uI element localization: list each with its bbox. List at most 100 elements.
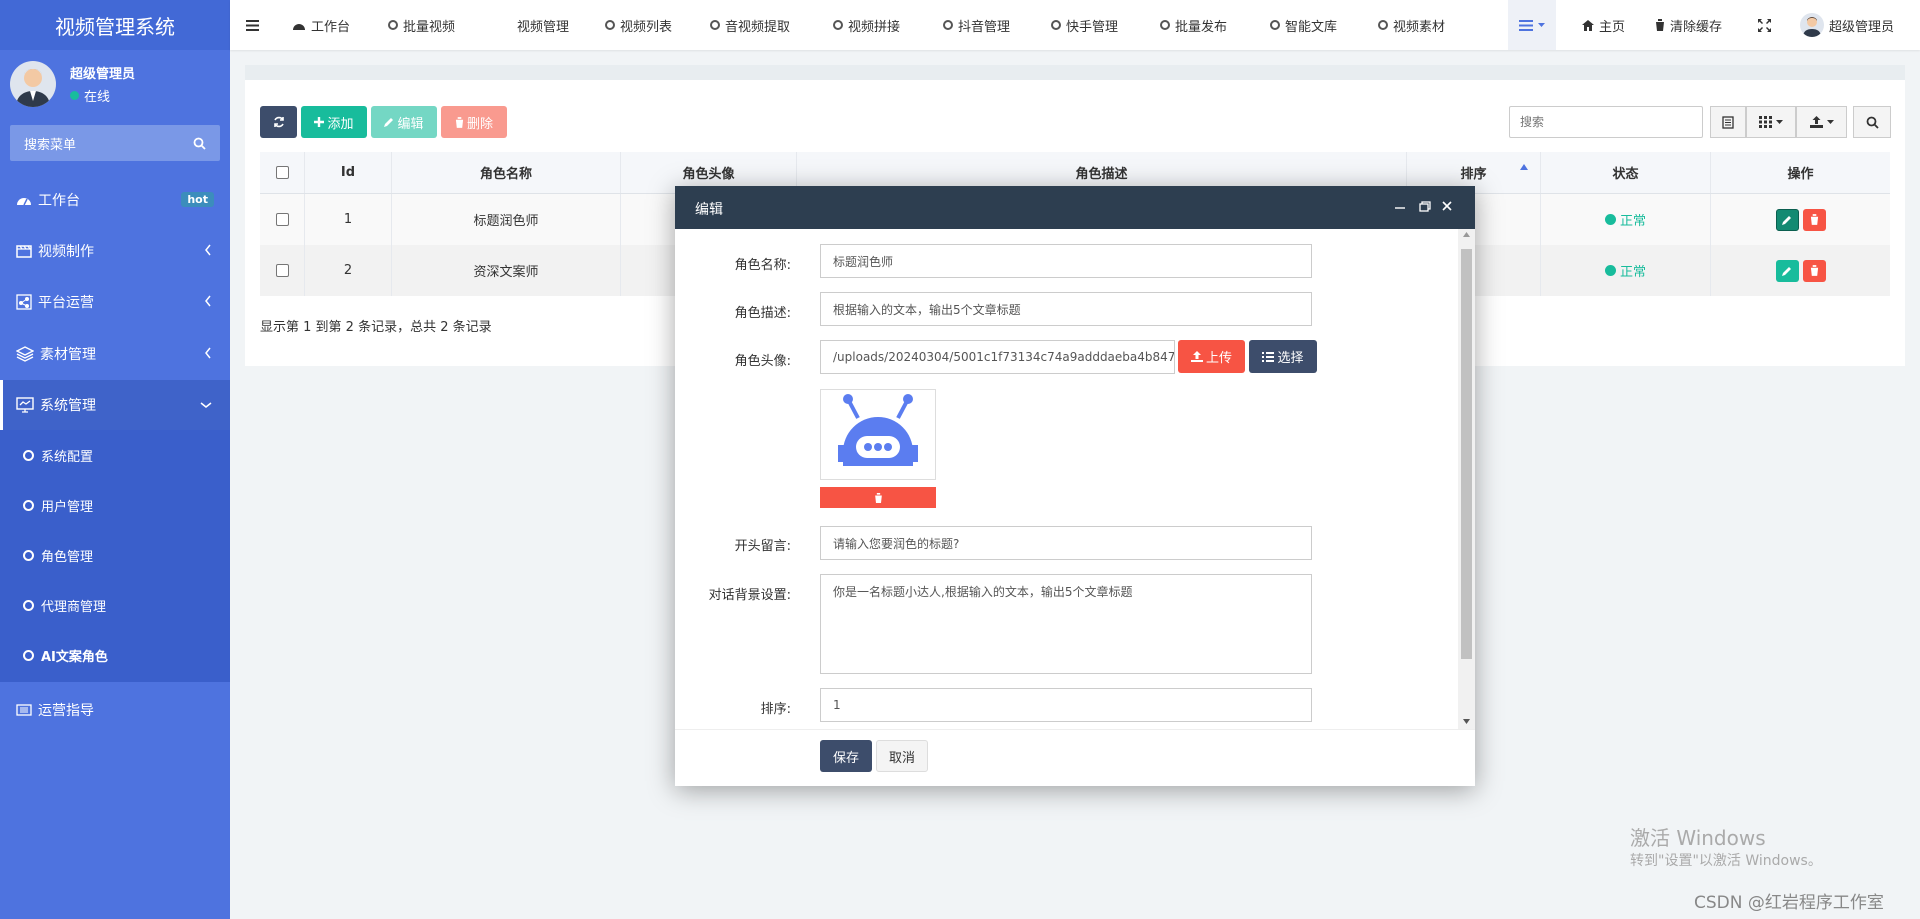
panel-heading — [245, 65, 1905, 80]
remove-avatar-button[interactable] — [820, 487, 936, 508]
minimize-icon[interactable] — [1395, 205, 1405, 209]
topnav-video-material[interactable]: 视频素材 — [1378, 0, 1445, 50]
opening-message-input[interactable]: 请输入您要润色的标题? — [820, 526, 1312, 560]
row-checkbox[interactable] — [275, 264, 289, 277]
topnav-batch-video[interactable]: 批量视频 — [388, 0, 455, 50]
edit-dialog: 编辑 角色名称: 标题润色师 角色描述: 根据输入的文本，输出5个文章标题 角色… — [675, 186, 1475, 786]
refresh-button[interactable] — [260, 106, 297, 138]
avatar — [1800, 13, 1824, 37]
topnav-more-dropdown[interactable] — [1508, 0, 1556, 50]
role-name-label: 角色名称: — [734, 258, 791, 273]
circle-icon — [23, 549, 34, 561]
row-checkbox[interactable] — [275, 213, 289, 226]
export-dropdown[interactable] — [1796, 106, 1847, 138]
edit-button[interactable]: 编辑 — [371, 106, 437, 138]
topnav-dashboard[interactable]: 工作台 — [292, 0, 350, 50]
search-toggle-button[interactable] — [1853, 106, 1891, 138]
status-badge: 正常 — [1604, 261, 1646, 280]
close-icon[interactable] — [1442, 201, 1452, 211]
table-search-input[interactable] — [1509, 106, 1703, 138]
avatar-preview — [820, 389, 936, 480]
submenu-item-role-management[interactable]: 角色管理 — [0, 530, 230, 580]
submenu-item-agent-management[interactable]: 代理商管理 — [0, 580, 230, 630]
sidebar-item-dashboard[interactable]: 工作台 hot — [0, 175, 230, 225]
circle-icon — [23, 449, 34, 461]
topnav-smart-library[interactable]: 智能文库 — [1270, 0, 1337, 50]
share-icon — [16, 294, 32, 310]
topnav-clear-cache[interactable]: 清除缓存 — [1655, 0, 1722, 50]
row-edit-button[interactable] — [1775, 259, 1799, 282]
select-all-checkbox[interactable] — [275, 166, 289, 179]
caret-down-icon — [1538, 22, 1545, 28]
upload-button[interactable]: 上传 — [1178, 340, 1245, 373]
film-icon — [16, 244, 32, 258]
sidebar-item-system[interactable]: 系统管理 — [0, 380, 230, 430]
header-role-name[interactable]: 角色名称 — [392, 152, 621, 193]
online-dot — [70, 91, 79, 100]
choose-button[interactable]: 选择 — [1249, 340, 1317, 373]
header-status[interactable]: 状态 — [1541, 152, 1711, 193]
chevron-down-icon — [200, 401, 212, 409]
header-sort-label: 排序 — [1460, 167, 1487, 182]
chevron-left-icon — [204, 295, 212, 307]
topnav-batch-publish[interactable]: 批量发布 — [1160, 0, 1227, 50]
sidebar-item-platform-ops[interactable]: 平台运营 — [0, 277, 230, 327]
scroll-down-icon[interactable] — [1463, 719, 1470, 724]
role-desc-label: 角色描述: — [734, 306, 791, 321]
search-icon — [193, 137, 206, 150]
header-id[interactable]: Id — [305, 152, 392, 193]
sidebar-toggle[interactable] — [246, 0, 259, 50]
columns-dropdown[interactable] — [1746, 106, 1796, 138]
topnav-video-splice[interactable]: 视频拼接 — [833, 0, 900, 50]
topnav-label: 视频管理 — [517, 19, 570, 35]
scroll-up-icon[interactable] — [1463, 232, 1470, 237]
row-edit-button[interactable] — [1775, 208, 1799, 231]
cancel-button[interactable]: 取消 — [876, 740, 928, 772]
save-button[interactable]: 保存 — [820, 740, 872, 772]
sidebar-item-material[interactable]: 素材管理 — [0, 329, 230, 379]
dialog-scrollbar[interactable] — [1458, 229, 1475, 729]
dialog-titlebar[interactable]: 编辑 — [675, 186, 1475, 229]
background-setting-textarea[interactable]: 你是一名标题小达人,根据输入的文本，输出5个文章标题 — [820, 574, 1312, 674]
topnav-label: 快手管理 — [1066, 19, 1119, 35]
export-icon — [1809, 116, 1823, 128]
top-navbar: 工作台 批量视频 视频管理 视频列表 音视频提取 视频拼接 抖音管理 快手管理 … — [230, 0, 1920, 50]
add-button[interactable]: 添加 — [301, 106, 367, 138]
scrollbar-thumb[interactable] — [1461, 249, 1472, 659]
topnav-label: 批量发布 — [1175, 19, 1228, 35]
role-desc-input[interactable]: 根据输入的文本，输出5个文章标题 — [820, 292, 1312, 326]
topnav-user-menu[interactable]: 超级管理员 — [1800, 0, 1894, 50]
topnav-douyin[interactable]: 抖音管理 — [943, 0, 1010, 50]
robot-avatar-image — [838, 394, 918, 466]
row-delete-button[interactable] — [1802, 259, 1826, 282]
menu-search-input[interactable]: 搜索菜单 — [10, 125, 220, 161]
topnav-video-list[interactable]: 视频列表 — [605, 0, 672, 50]
sidebar-item-operation-guide[interactable]: 运营指导 — [0, 685, 230, 735]
maximize-icon[interactable] — [1419, 201, 1431, 212]
background-setting-label: 对话背景设置: — [708, 588, 791, 603]
topnav-video-management[interactable]: 视频管理 — [517, 0, 569, 50]
topnav-kuaishou[interactable]: 快手管理 — [1051, 0, 1118, 50]
topnav-av-extract[interactable]: 音视频提取 — [710, 0, 790, 50]
row-delete-button[interactable] — [1802, 208, 1826, 231]
role-avatar-input[interactable]: /uploads/20240304/5001c1f73134c74a9addda… — [820, 340, 1175, 374]
delete-button[interactable]: 删除 — [441, 106, 507, 138]
app-logo[interactable]: 视频管理系统 — [0, 0, 230, 50]
sidebar-item-label: 平台运营 — [38, 295, 94, 311]
submenu-item-system-config[interactable]: 系统配置 — [0, 430, 230, 480]
submenu-item-user-management[interactable]: 用户管理 — [0, 480, 230, 530]
cell-status: 正常 — [1541, 194, 1711, 245]
submenu-label: 系统配置 — [41, 449, 94, 465]
submenu-item-ai-copywriting-role[interactable]: AI文案角色 — [0, 630, 230, 680]
submenu-label: 代理商管理 — [41, 599, 107, 615]
circle-icon — [23, 599, 34, 611]
status-badge: 正常 — [1604, 210, 1646, 229]
topnav-home[interactable]: 主页 — [1582, 0, 1625, 50]
sidebar-item-video-production[interactable]: 视频制作 — [0, 226, 230, 276]
role-name-input[interactable]: 标题润色师 — [820, 244, 1312, 278]
pagination-info: 显示第 1 到第 2 条记录，总共 2 条记录 — [260, 320, 492, 335]
toggle-view-button[interactable] — [1710, 106, 1746, 138]
fullscreen-button[interactable] — [1758, 0, 1771, 50]
sort-input[interactable]: 1 — [820, 688, 1312, 722]
submenu-label: AI文案角色 — [41, 649, 108, 665]
